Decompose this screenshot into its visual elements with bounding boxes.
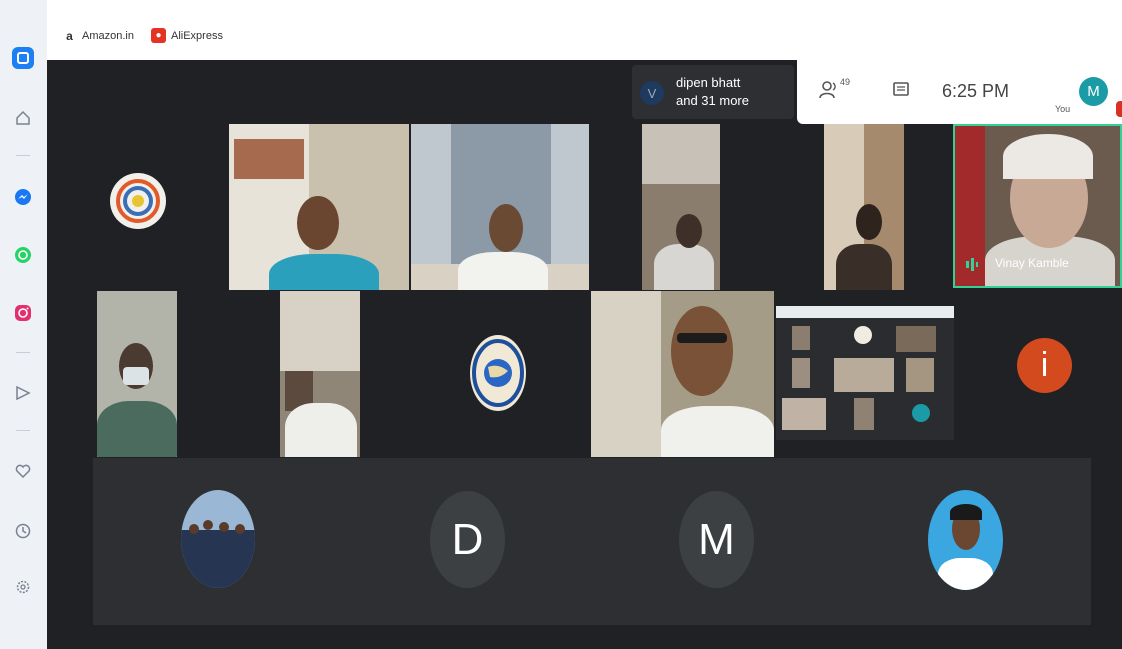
recording-indicator xyxy=(1116,101,1122,117)
participant-video[interactable] xyxy=(411,124,589,290)
participant-name: Vinay Kamble xyxy=(995,256,1069,270)
amazon-icon: a xyxy=(66,28,73,43)
settings-icon[interactable] xyxy=(12,576,34,598)
participant-video[interactable] xyxy=(97,291,177,457)
audio-level-icon xyxy=(965,256,979,277)
instagram-icon[interactable] xyxy=(12,302,34,324)
sidebar-divider xyxy=(16,430,30,431)
logo-icon xyxy=(110,173,166,229)
chat-icon[interactable] xyxy=(892,81,910,104)
participant-video[interactable] xyxy=(642,124,720,290)
participant-tile[interactable] xyxy=(470,335,528,413)
participants-icon[interactable] xyxy=(819,80,841,105)
participant-video[interactable] xyxy=(824,124,904,290)
participant-video[interactable] xyxy=(280,291,360,457)
speaker-more: and 31 more xyxy=(676,93,749,108)
heart-icon[interactable] xyxy=(12,460,34,482)
bookmark-label: AliExpress xyxy=(171,29,223,42)
bookmarks-bar: a Amazon.in ● AliExpress xyxy=(47,22,1122,58)
participant-avatar[interactable] xyxy=(181,490,255,588)
bookmark-amazon[interactable]: a Amazon.in xyxy=(62,28,134,43)
clock-icon[interactable] xyxy=(12,520,34,542)
participant-avatar-d[interactable]: D xyxy=(430,491,505,588)
aliexpress-icon: ● xyxy=(151,28,166,43)
participant-video[interactable] xyxy=(229,124,409,290)
browser-sidebar xyxy=(0,0,47,649)
home-icon[interactable] xyxy=(12,107,34,129)
whatsapp-icon[interactable] xyxy=(12,244,34,266)
browser-logo-icon[interactable] xyxy=(12,47,34,69)
send-icon[interactable] xyxy=(12,382,34,404)
globe-logo-icon xyxy=(470,335,526,411)
messenger-icon[interactable] xyxy=(12,186,34,208)
info-avatar[interactable]: i xyxy=(1017,338,1072,393)
self-avatar[interactable]: M xyxy=(1079,77,1108,106)
participant-video[interactable] xyxy=(591,291,774,457)
bookmark-aliexpress[interactable]: ● AliExpress xyxy=(151,28,223,43)
participant-tile[interactable] xyxy=(97,140,179,290)
bookmark-label: Amazon.in xyxy=(82,29,134,42)
meeting-time: 6:25 PM xyxy=(942,81,1010,101)
meeting-topbar: 49 6:25 PM You M xyxy=(797,60,1122,124)
participant-avatar[interactable] xyxy=(928,490,1003,590)
sidebar-divider xyxy=(16,352,30,353)
participant-avatar-m[interactable]: M xyxy=(679,491,754,588)
sidebar-divider xyxy=(16,155,30,156)
self-label: You xyxy=(1055,104,1071,114)
participant-count: 49 xyxy=(840,77,851,87)
speaker-name: dipen bhatt xyxy=(676,75,741,90)
speaker-avatar: V xyxy=(640,81,664,105)
active-speaker-tile[interactable]: Vinay Kamble xyxy=(953,124,1122,288)
screen-share-tile[interactable] xyxy=(776,306,954,440)
speaker-notice[interactable]: V dipen bhatt and 31 more xyxy=(632,65,794,119)
